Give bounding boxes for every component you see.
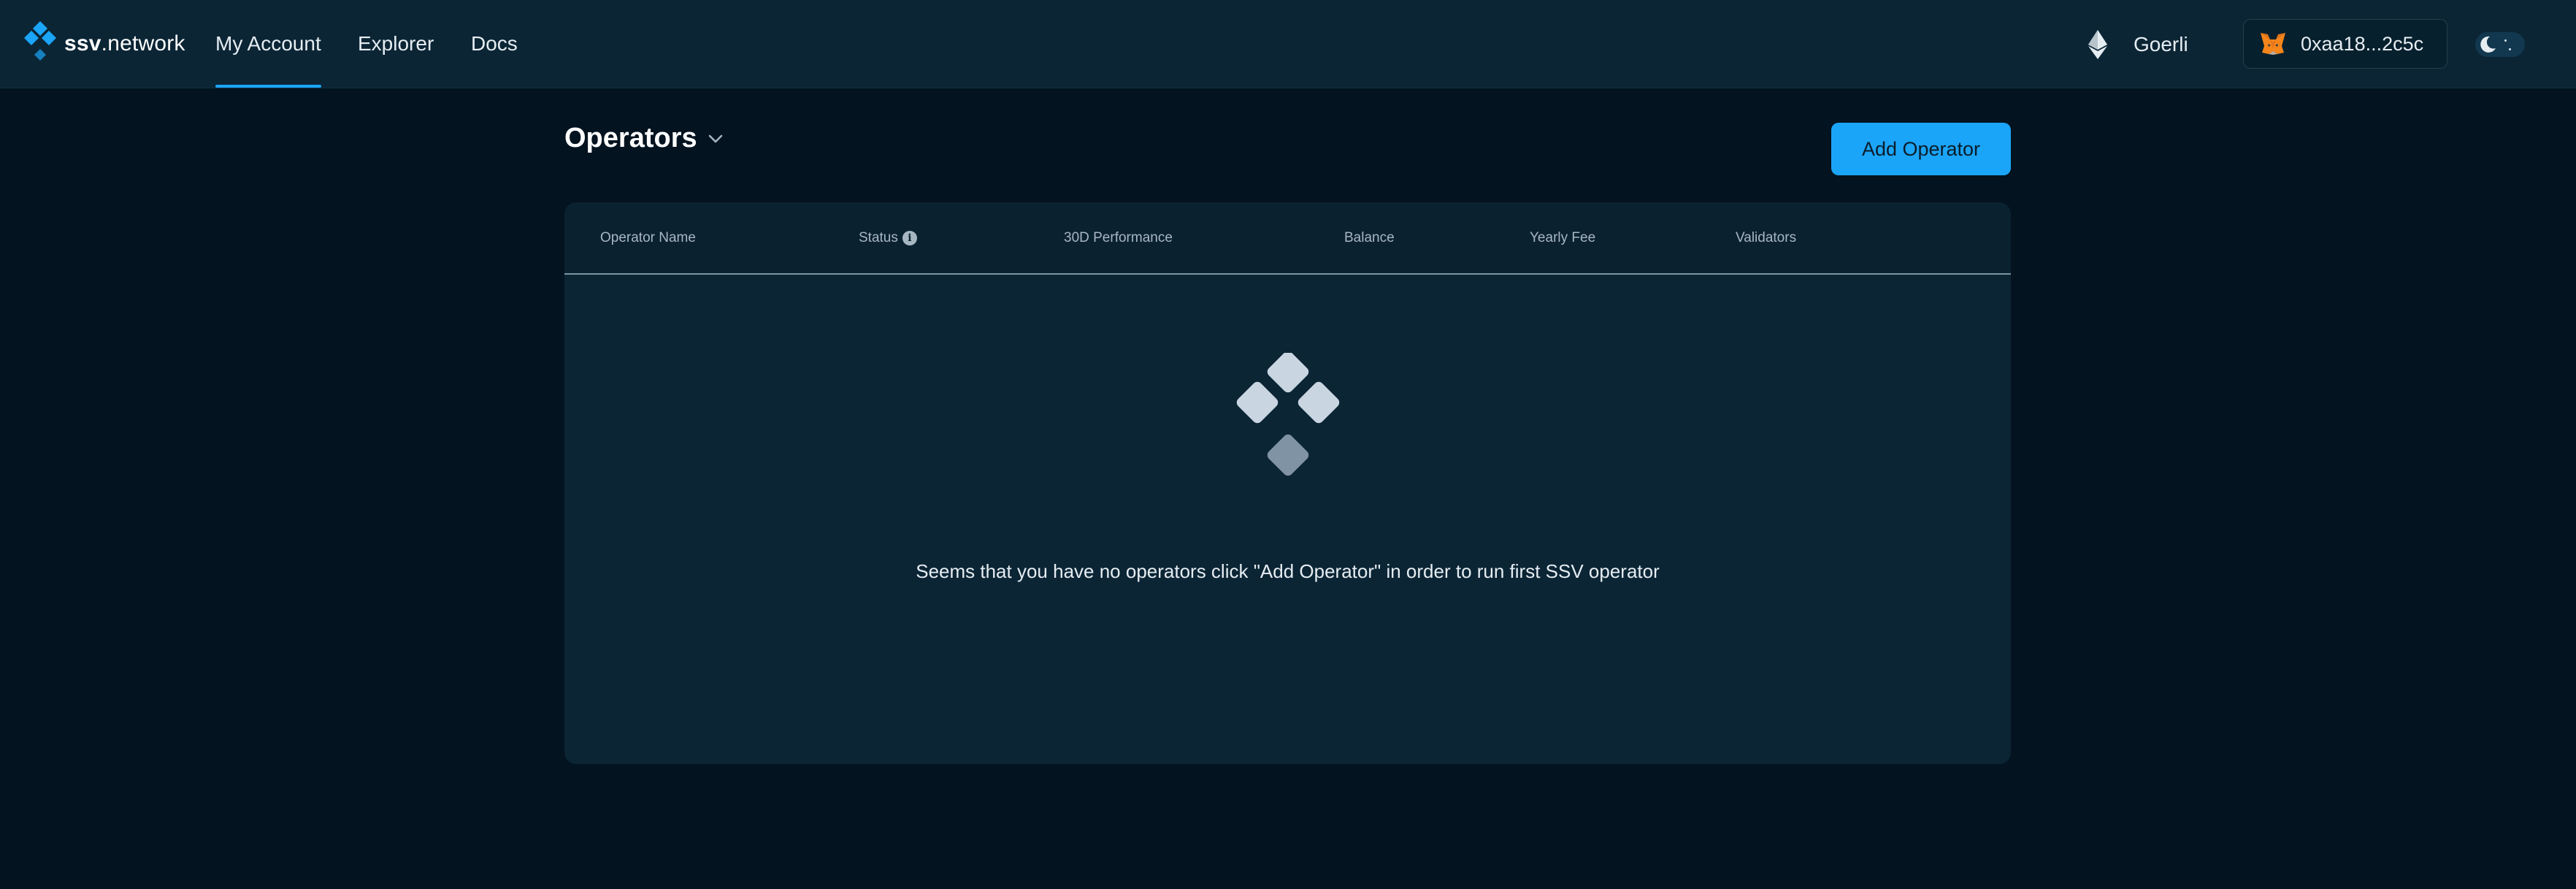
info-icon[interactable]: i [902, 230, 917, 245]
network-label: Goerli [2134, 33, 2188, 56]
nav-docs[interactable]: Docs [471, 0, 518, 88]
brand-name-rest: .network [101, 31, 185, 56]
top-navigation-bar: ssv.network My Account Explorer Docs Goe… [0, 0, 2576, 88]
nav-my-account-label: My Account [215, 32, 321, 55]
chevron-down-icon [708, 134, 722, 142]
network-selector[interactable]: Goerli [2088, 26, 2188, 63]
column-yearly-fee[interactable]: Yearly Fee [1530, 202, 1595, 273]
column-status[interactable]: Status i [859, 202, 917, 273]
brand-name-bold: ssv [64, 31, 101, 56]
operators-table: Operator Name Status i 30D Performance B… [564, 202, 2011, 764]
column-balance[interactable]: Balance [1344, 202, 1395, 273]
empty-state-message: Seems that you have no operators click "… [916, 560, 1660, 582]
metamask-fox-icon [2261, 33, 2285, 55]
column-status-label: Status [859, 229, 898, 245]
ssv-logo[interactable]: ssv.network [23, 20, 185, 67]
column-validators[interactable]: Validators [1736, 202, 1796, 273]
wallet-address: 0xaa18...2c5c [2301, 32, 2424, 55]
column-30d-performance-label: 30D Performance [1064, 229, 1173, 245]
wallet-button[interactable]: 0xaa18...2c5c [2243, 19, 2447, 69]
star-dot [2509, 48, 2511, 50]
ssv-logo-icon [24, 21, 56, 61]
empty-state-icon [1236, 353, 1340, 476]
column-yearly-fee-label: Yearly Fee [1530, 229, 1596, 245]
page-title: Operators [564, 123, 697, 153]
column-balance-label: Balance [1344, 229, 1395, 245]
star-dot [2504, 39, 2507, 42]
nav-explorer[interactable]: Explorer [358, 0, 434, 88]
theme-toggle[interactable] [2475, 32, 2525, 57]
add-operator-button[interactable]: Add Operator [1831, 123, 2011, 175]
brand-name: ssv.network [64, 31, 185, 56]
table-header: Operator Name Status i 30D Performance B… [564, 202, 2011, 275]
nav-my-account[interactable]: My Account [215, 0, 321, 88]
ethereum-icon [2088, 30, 2107, 59]
column-operator-name-label: Operator Name [600, 229, 696, 245]
nav-explorer-label: Explorer [358, 32, 434, 55]
moon-icon [2480, 36, 2496, 53]
column-validators-label: Validators [1736, 229, 1797, 245]
column-operator-name[interactable]: Operator Name [600, 202, 696, 273]
nav-docs-label: Docs [471, 32, 518, 55]
column-30d-performance[interactable]: 30D Performance [1064, 202, 1173, 273]
operators-dropdown[interactable]: Operators [564, 123, 724, 154]
